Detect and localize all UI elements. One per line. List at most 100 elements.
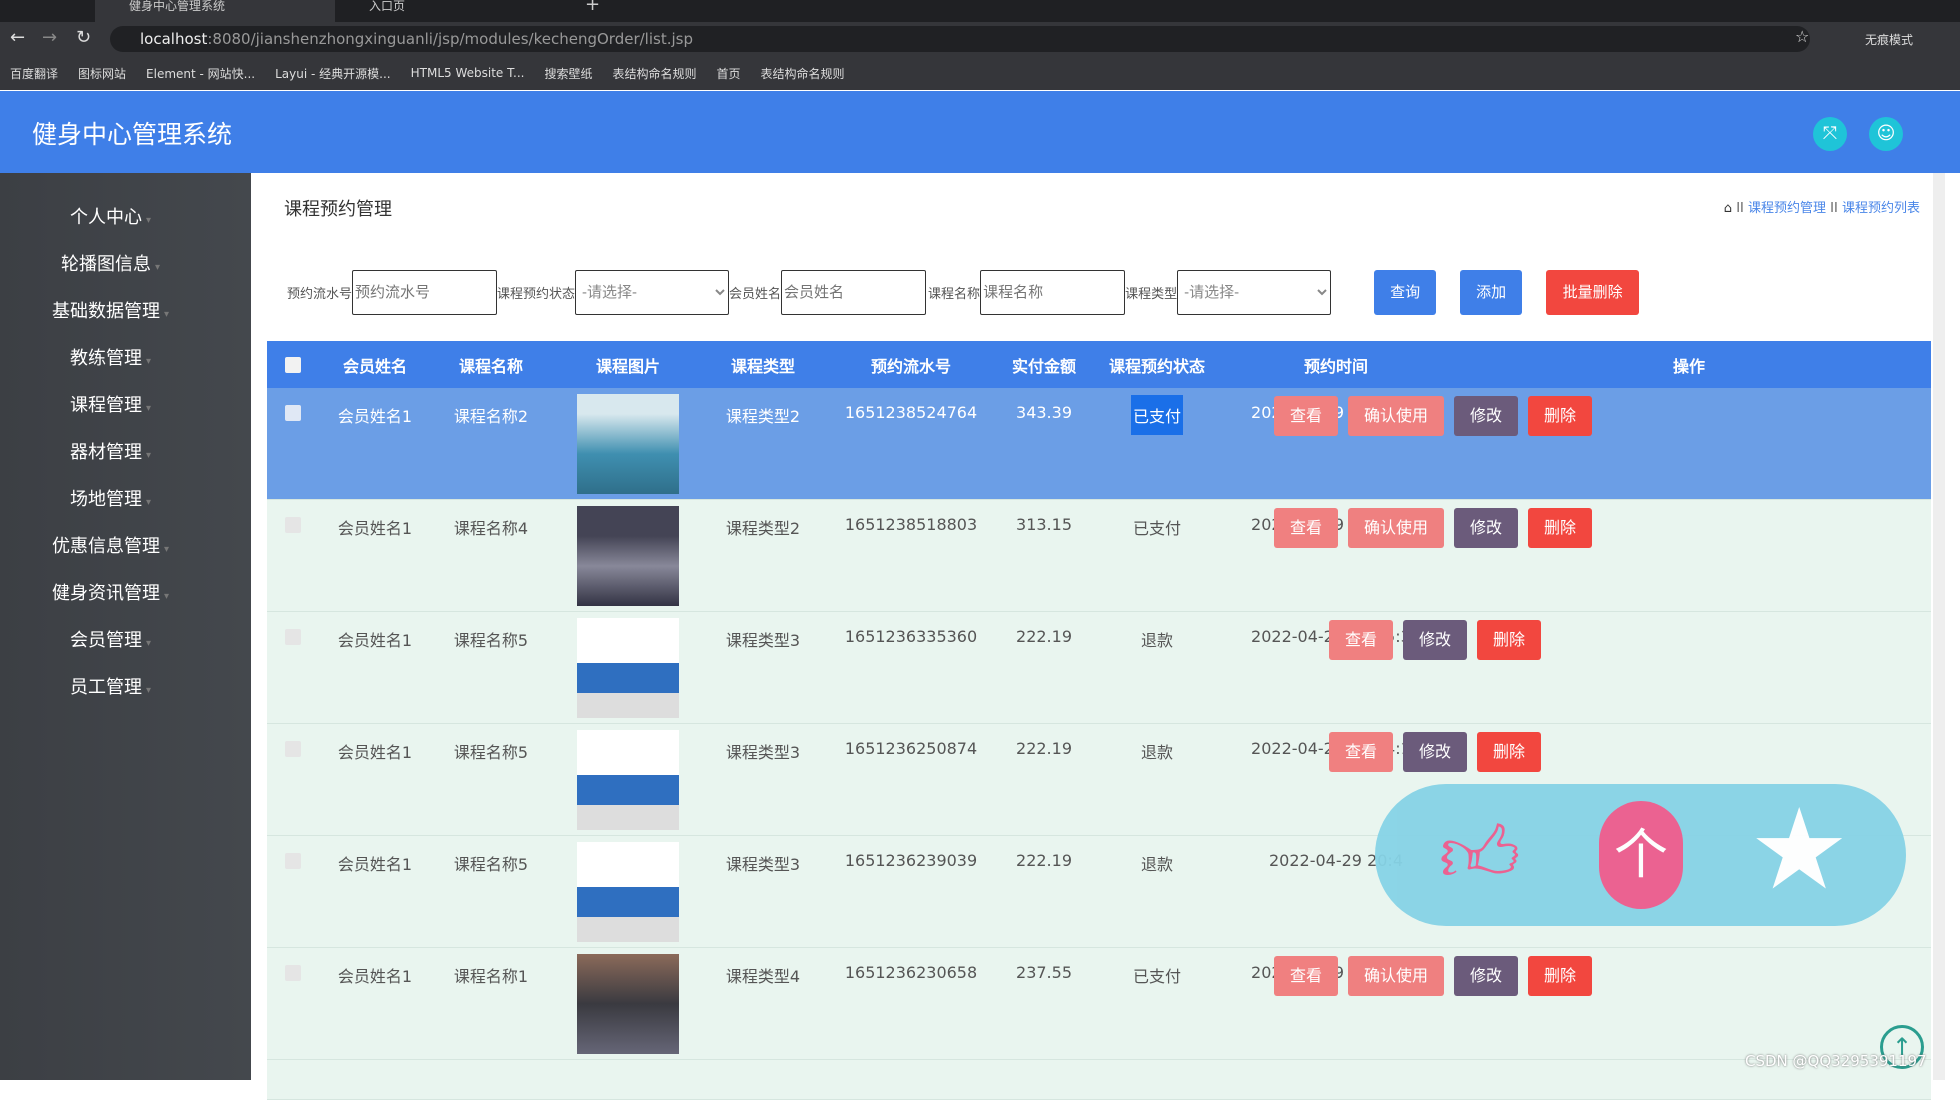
breadcrumb-item[interactable]: 课程预约管理 [1748,201,1826,216]
tab-active[interactable]: 健身中心管理系统 [95,0,335,22]
query-button[interactable]: 查询 [1374,270,1437,315]
delete-button[interactable]: 删除 [1477,620,1542,660]
delete-button[interactable]: 删除 [1528,396,1593,436]
sidebar-item[interactable]: 课程管理 ▾ [0,382,251,429]
table-row[interactable]: 会员姓名1 课程名称5 课程类型3 1651236335360 222.19 退款 2022… [267,612,1931,724]
url-input[interactable]: localhost:8080/jianshenzhongxinguanli/js… [110,26,1810,52]
bookmark-item[interactable]: Element - 网站快... [146,65,255,82]
bookmark-item[interactable]: 图标网站 [78,65,126,82]
column-header: 课程图片 [595,357,661,376]
thumbs-up-icon[interactable]: 👍︎ [1439,812,1521,898]
home-icon[interactable]: ⌂ [1724,201,1732,216]
delete-button[interactable]: 删除 [1528,956,1593,996]
bookmark-item[interactable]: 表结构命名规则 [761,65,845,82]
coin-icon[interactable]: 个 [1599,801,1683,909]
confirm-use-button[interactable]: 确认使用 [1348,956,1445,996]
view-button[interactable]: 查看 [1274,508,1339,548]
row-checkbox[interactable] [285,853,301,869]
sidebar-item[interactable]: 基础数据管理 ▾ [0,288,251,335]
column-header: 课程类型 [730,357,796,376]
view-button[interactable]: 查看 [1329,732,1394,772]
bookmark-item[interactable]: 搜索壁纸 [544,65,592,82]
row-checkbox[interactable] [285,741,301,757]
course-label: 课程名称 [928,287,981,302]
cell-member: 会员姓名1 [337,519,413,538]
cell-course: 课程名称1 [453,967,529,986]
table-row[interactable]: 会员姓名1课程名称1课程类型41651236230658237.55已支付202… [267,948,1931,1060]
order-no-input[interactable] [352,270,498,315]
bookmark-item[interactable]: 表结构命名规则 [612,65,696,82]
type-select[interactable]: -请选择- [1177,270,1332,315]
incognito-label[interactable]: 无痕模式 [1865,31,1913,48]
sidebar-item[interactable]: 场地管理 ▾ [0,476,251,523]
view-button[interactable]: 查看 [1329,620,1394,660]
sidebar-item[interactable]: 优惠信息管理 ▾ [0,523,251,570]
main-content: 课程预约管理 ⌂ II 课程预约管理 II 课程预约列表 预约流水号 课程预约状… [251,173,1945,1100]
delete-button[interactable]: 删除 [1477,732,1542,772]
sidebar-item[interactable]: 个人中心 ▾ [0,194,251,241]
user-icon[interactable]: ☺ [1869,117,1903,151]
edit-button[interactable]: 修改 [1403,620,1468,660]
row-checkbox[interactable] [285,629,301,645]
back-icon[interactable]: ← [10,27,25,48]
table-row[interactable]: 会员姓名1课程名称2课程类型21651238524764343.39已支付202… [267,388,1931,500]
fullscreen-icon[interactable]: ⤧ [1813,117,1847,151]
row-checkbox[interactable] [285,517,301,533]
sidebar-item[interactable]: 会员管理 ▾ [0,617,251,664]
tab-entry[interactable]: 入口页 [335,0,575,22]
new-tab-icon[interactable]: + [585,0,600,22]
star-favorite-icon[interactable]: ★ [1749,790,1849,910]
scrollbar[interactable] [1933,173,1945,1080]
column-header: 实付金额 [1011,357,1077,376]
chevron-icon: ▾ [145,450,152,461]
bookmark-item[interactable]: 百度翻译 [10,65,58,82]
sidebar-item[interactable]: 健身资讯管理 ▾ [0,570,251,617]
row-checkbox[interactable] [285,965,301,981]
edit-button[interactable]: 修改 [1454,956,1519,996]
edit-button[interactable]: 修改 [1454,396,1519,436]
cell-course: 课程名称5 [453,855,529,874]
breadcrumb-item[interactable]: 课程预约列表 [1842,201,1920,216]
cell-member: 会员姓名1 [337,407,413,426]
edit-button[interactable]: 修改 [1454,508,1519,548]
bookmark-item[interactable]: Layui - 经典开源模... [275,65,390,82]
sidebar-item[interactable]: 员工管理 ▾ [0,664,251,711]
row-actions: 查看 确认使用 修改 删除 [1274,508,1593,548]
view-button[interactable]: 查看 [1274,396,1339,436]
cell-no: 1651236230658 [844,963,978,982]
cell-status: 退款 [1140,743,1174,762]
sidebar-item-label: 教练管理 [69,348,142,369]
row-checkbox[interactable] [285,405,301,421]
breadcrumb: ⌂ II 课程预约管理 II 课程预约列表 [1723,201,1920,216]
forward-icon[interactable]: → [42,27,57,48]
delete-button[interactable]: 删除 [1528,508,1593,548]
status-select[interactable]: -请选择- [575,270,730,315]
star-icon[interactable]: ☆ [1795,27,1809,46]
bookmark-item[interactable]: 首页 [716,65,740,82]
view-button[interactable]: 查看 [1274,956,1339,996]
course-image [577,730,679,830]
add-button[interactable]: 添加 [1460,270,1523,315]
table-row[interactable]: 会员姓名1课程名称4课程类型21651238518803313.15已支付202… [267,500,1931,612]
batch-delete-button[interactable]: 批量删除 [1546,270,1640,315]
chevron-icon: ▾ [145,638,152,649]
sidebar-item[interactable]: 教练管理 ▾ [0,335,251,382]
cell-type: 课程类型4 [725,967,801,986]
edit-button[interactable]: 修改 [1403,732,1468,772]
order-no-label: 预约流水号 [287,287,353,302]
cell-member: 会员姓名1 [337,855,413,874]
sidebar-item-label: 会员管理 [69,630,142,651]
sidebar-item[interactable]: 器材管理 ▾ [0,429,251,476]
bookmark-item[interactable]: HTML5 Website T... [411,66,525,80]
confirm-use-button[interactable]: 确认使用 [1348,396,1445,436]
course-input[interactable] [980,270,1126,315]
select-all-checkbox[interactable] [285,357,301,373]
cell-course: 课程名称5 [453,743,529,762]
sidebar-item[interactable]: 轮播图信息 ▾ [0,241,251,288]
member-input[interactable] [781,270,927,315]
confirm-use-button[interactable]: 确认使用 [1348,508,1445,548]
column-header: 课程预约状态 [1108,357,1206,376]
cell-type: 课程类型3 [725,743,801,762]
reload-icon[interactable]: ↻ [76,27,91,48]
order-table: 会员姓名 课程名称 课程图片 课程类型 预约流水号 实付金额 课程预约状态 预约时间 操作 会员… [267,341,1931,1100]
